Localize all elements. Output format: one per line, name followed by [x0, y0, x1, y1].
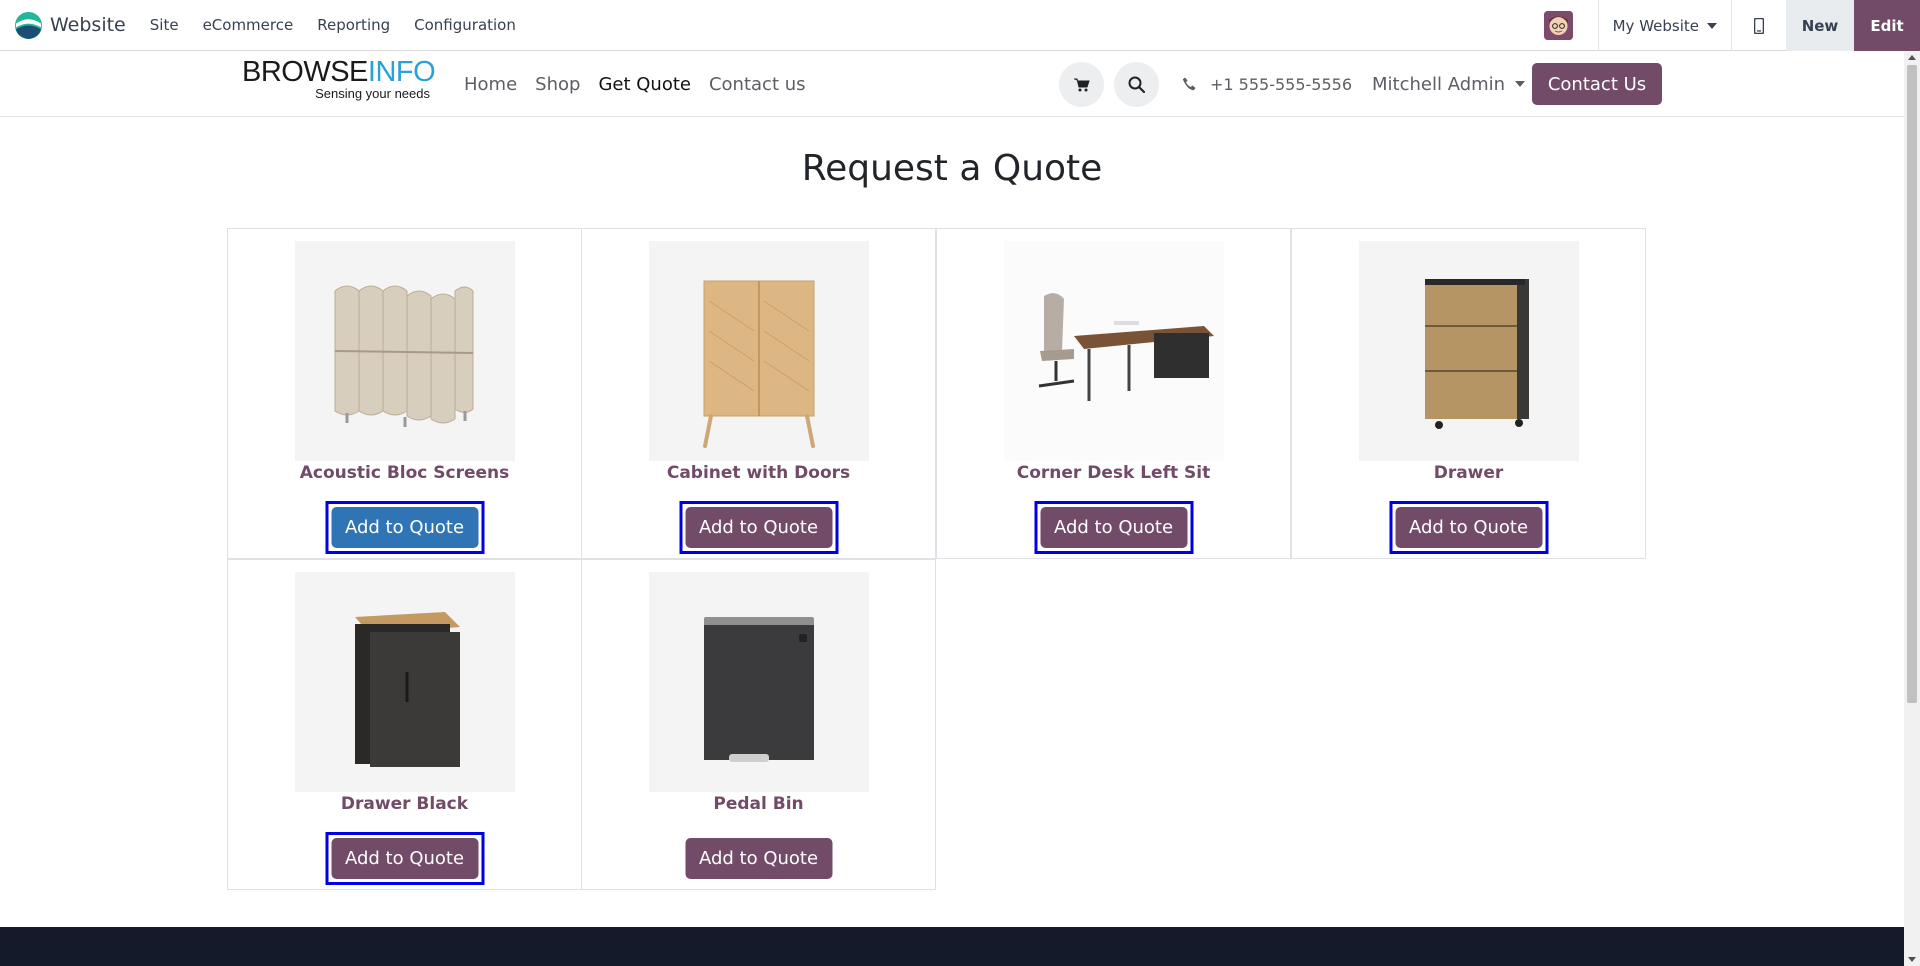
cart-icon — [1073, 78, 1090, 91]
product-card: Acoustic Bloc Screens Add to Quote — [227, 228, 582, 559]
user-name: Mitchell Admin — [1372, 73, 1506, 95]
product-name[interactable]: Acoustic Bloc Screens — [228, 463, 581, 483]
user-avatar[interactable] — [1543, 11, 1573, 40]
website-selector[interactable]: My Website — [1599, 0, 1731, 51]
scroll-up-arrow-icon[interactable] — [1908, 55, 1916, 60]
app-name: Website — [50, 14, 126, 36]
phone-contact[interactable]: +1 555-555-5556 — [1182, 51, 1352, 117]
product-card: Corner Desk Left Sit Add to Quote — [936, 228, 1291, 559]
phone-number: +1 555-555-5556 — [1210, 74, 1353, 94]
quote-button-frame: Add to Quote — [679, 832, 838, 885]
quote-button-frame: Add to Quote — [325, 832, 484, 885]
add-to-quote-button[interactable]: Add to Quote — [1040, 507, 1187, 548]
nav-get-quote[interactable]: Get Quote — [598, 74, 691, 95]
menu-site[interactable]: Site — [138, 0, 191, 51]
search-button[interactable] — [1114, 62, 1159, 107]
product-image-cabinet[interactable] — [649, 241, 869, 461]
scrollbar-thumb[interactable] — [1907, 65, 1917, 703]
product-card: Drawer Black Add to Quote — [227, 559, 582, 890]
search-icon — [1128, 76, 1145, 93]
contact-us-button[interactable]: Contact Us — [1532, 63, 1662, 105]
website-app-icon — [14, 11, 43, 39]
website-app-logo[interactable]: Website — [14, 11, 138, 40]
nav-home[interactable]: Home — [464, 74, 517, 95]
product-name[interactable]: Cabinet with Doors — [582, 463, 935, 483]
footer — [0, 927, 1904, 966]
product-name[interactable]: Pedal Bin — [582, 794, 935, 814]
chevron-down-icon — [1515, 81, 1526, 87]
page-title: Request a Quote — [801, 148, 1103, 189]
product-card: Drawer Add to Quote — [1291, 228, 1646, 559]
chevron-down-icon — [1707, 22, 1717, 29]
product-image-acoustic-screen[interactable] — [295, 241, 515, 461]
new-button[interactable]: New — [1786, 0, 1854, 51]
quote-button-frame: Add to Quote — [1034, 501, 1193, 554]
product-card: Pedal Bin Add to Quote — [581, 559, 936, 890]
mobile-preview-button[interactable] — [1732, 0, 1786, 51]
scroll-down-arrow-icon[interactable] — [1908, 957, 1916, 962]
product-name[interactable]: Drawer — [1292, 463, 1645, 483]
nav-shop[interactable]: Shop — [535, 74, 580, 95]
main-nav: Home Shop Get Quote Contact us — [464, 51, 806, 117]
avatar-face-icon — [1543, 11, 1573, 40]
brand-tagline: Sensing your needs — [315, 86, 430, 101]
nav-contact-us[interactable]: Contact us — [709, 74, 806, 95]
website-selector-label: My Website — [1612, 16, 1699, 35]
product-image-drawer[interactable] — [1359, 241, 1579, 461]
mobile-phone-icon — [1754, 17, 1764, 34]
product-image-drawer-black[interactable] — [295, 572, 515, 792]
add-to-quote-button[interactable]: Add to Quote — [1395, 507, 1542, 548]
add-to-quote-button[interactable]: Add to Quote — [331, 507, 478, 548]
product-name[interactable]: Drawer Black — [228, 794, 581, 814]
menu-reporting[interactable]: Reporting — [305, 0, 402, 51]
brand-logo[interactable]: BROWSEINFO Sensing your needs — [242, 56, 436, 107]
product-image-pedal-bin[interactable] — [649, 572, 869, 792]
user-menu[interactable]: Mitchell Admin — [1372, 51, 1526, 117]
quote-button-frame: Add to Quote — [1389, 501, 1548, 554]
page-scrollbar[interactable] — [1904, 51, 1920, 966]
quote-button-frame: Add to Quote — [679, 501, 838, 554]
menu-ecommerce[interactable]: eCommerce — [191, 0, 306, 51]
product-name[interactable]: Corner Desk Left Sit — [937, 463, 1290, 483]
phone-icon — [1182, 77, 1196, 91]
brand-wordmark: BROWSEINFO — [242, 56, 436, 88]
add-to-quote-button[interactable]: Add to Quote — [331, 838, 478, 879]
product-image-desk[interactable] — [1004, 241, 1224, 461]
product-card: Cabinet with Doors Add to Quote — [581, 228, 936, 559]
edit-button[interactable]: Edit — [1854, 0, 1920, 51]
admin-top-bar: Website Site eCommerce Reporting Configu… — [0, 0, 1920, 51]
cart-button[interactable] — [1059, 62, 1104, 107]
quote-button-frame: Add to Quote — [325, 501, 484, 554]
menu-configuration[interactable]: Configuration — [402, 0, 528, 51]
add-to-quote-button[interactable]: Add to Quote — [685, 838, 832, 879]
add-to-quote-button[interactable]: Add to Quote — [685, 507, 832, 548]
website-header: BROWSEINFO Sensing your needs Home Shop … — [0, 51, 1904, 117]
